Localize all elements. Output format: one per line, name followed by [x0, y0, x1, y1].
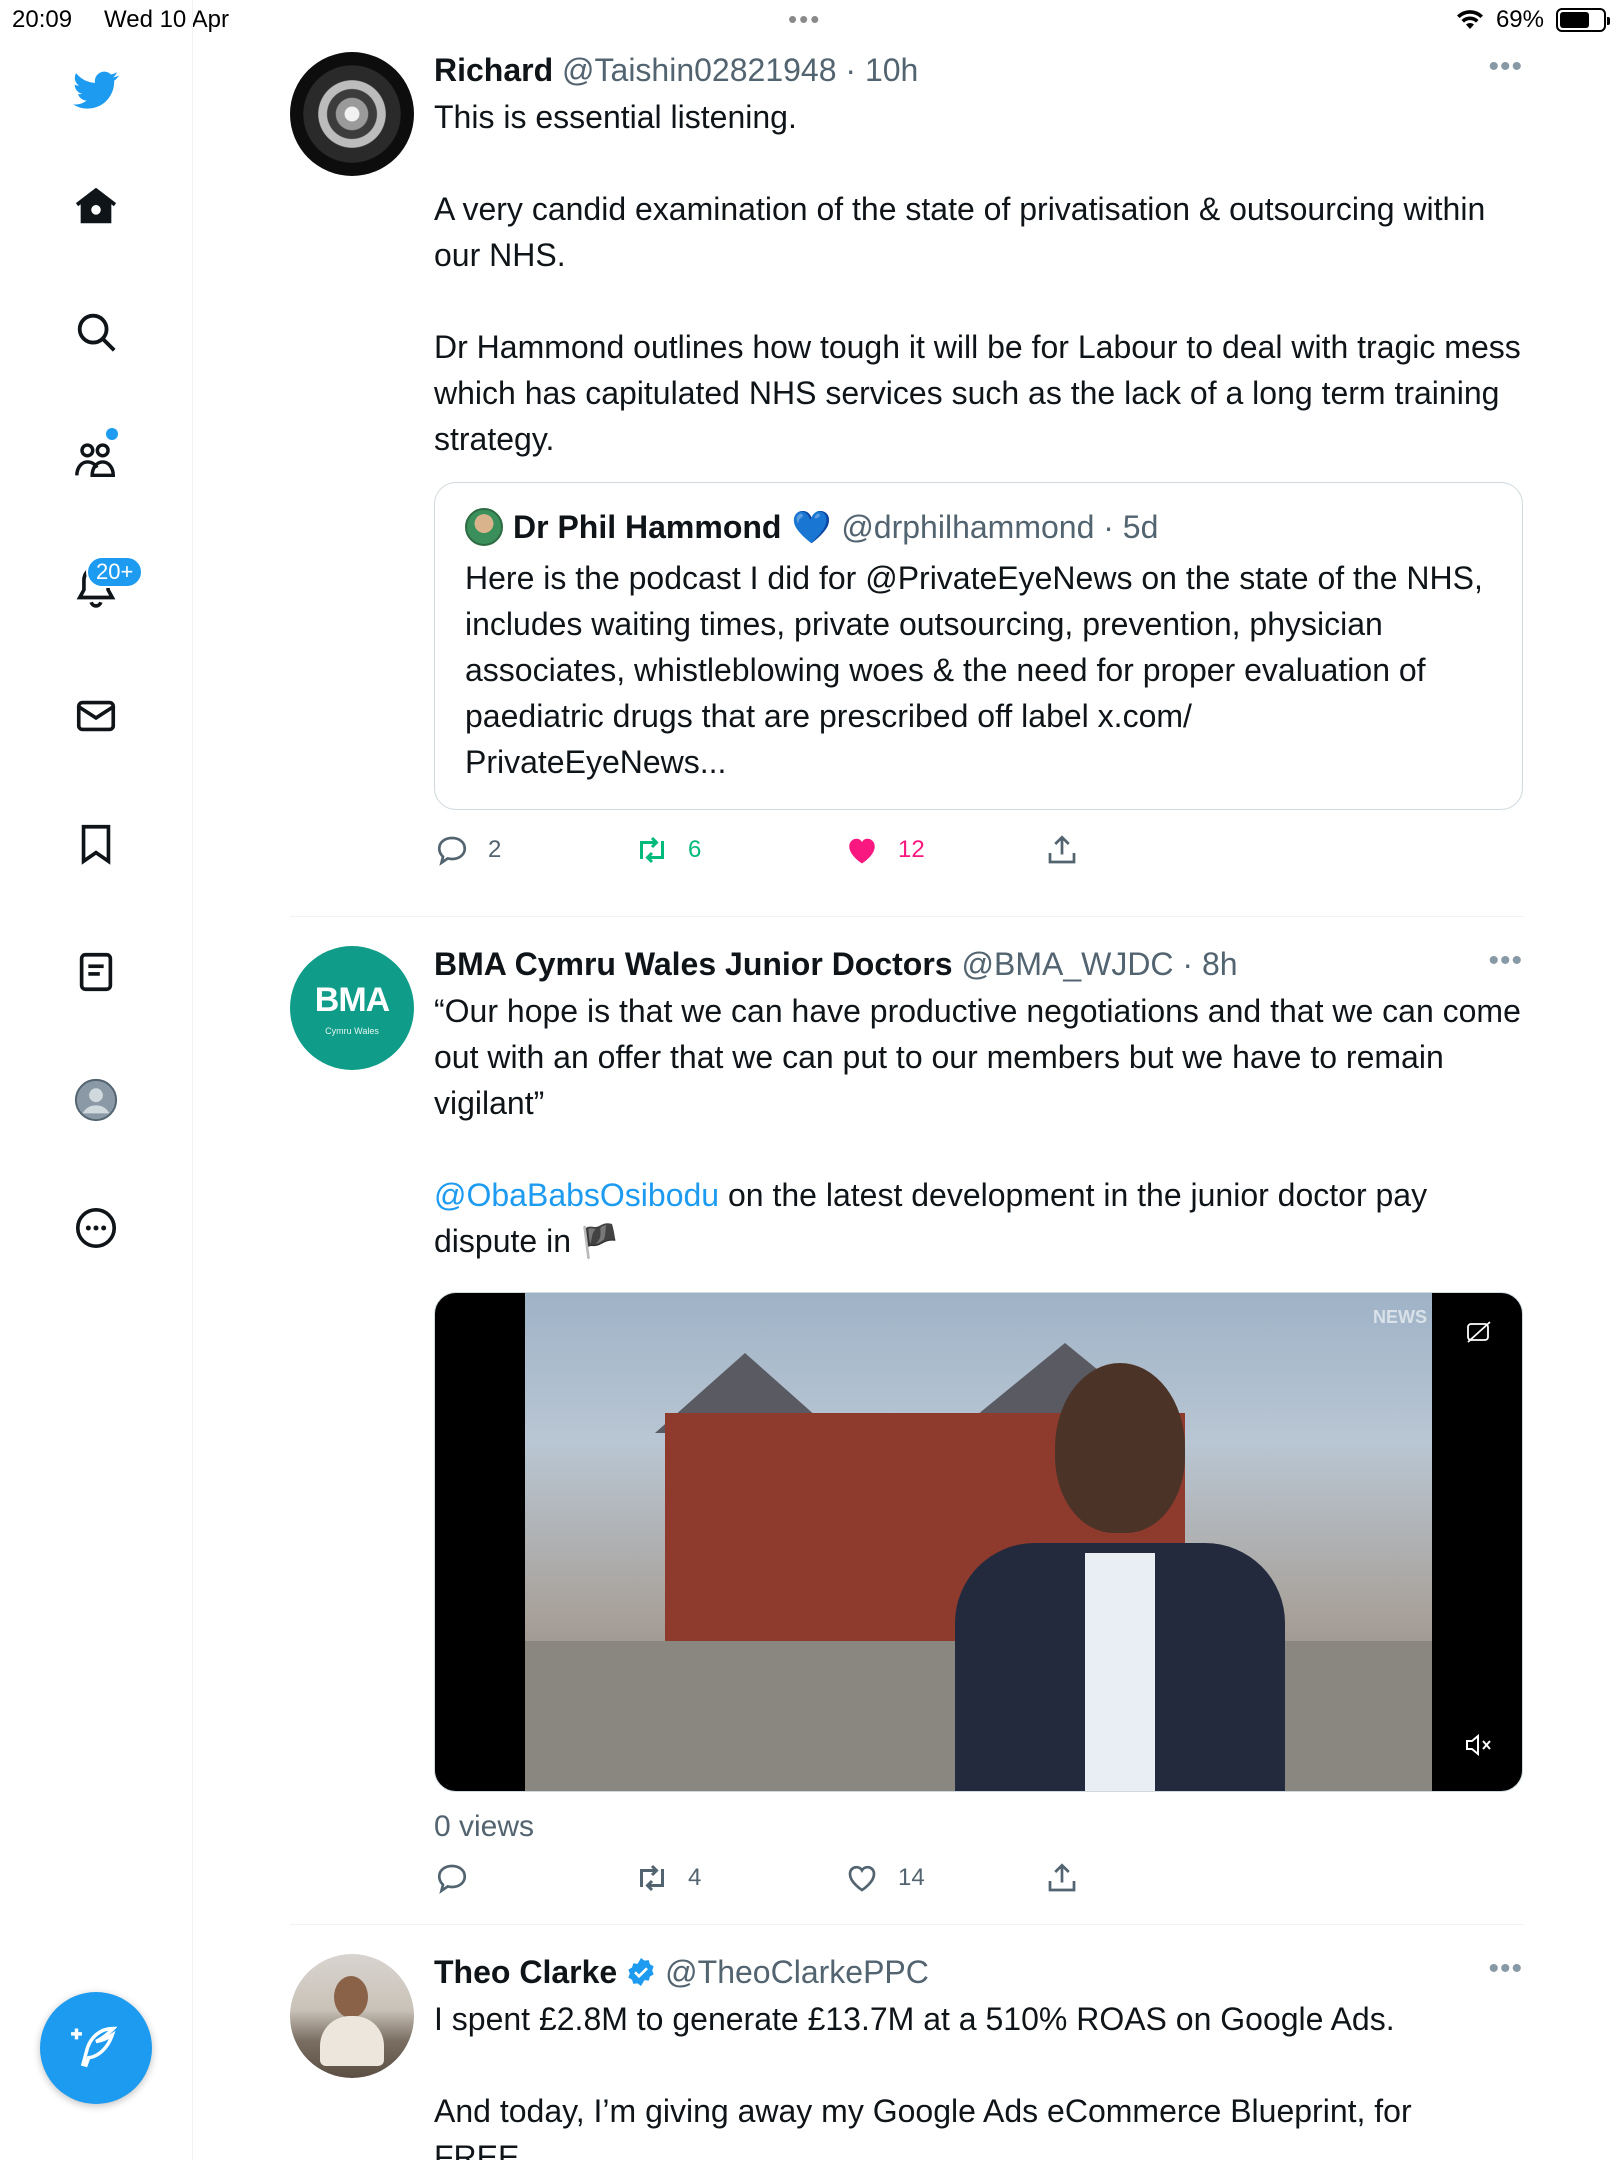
battery-icon	[1556, 8, 1610, 32]
tweet-header: BMA Cymru Wales Junior Doctors @BMA_WJDC…	[434, 944, 1523, 984]
tweet-divider	[290, 1924, 1523, 1925]
wifi-icon	[1456, 10, 1483, 29]
tweet-divider	[290, 916, 1523, 917]
video-player[interactable]: NEWS	[434, 1292, 1523, 1792]
quoted-tweet[interactable]: Dr Phil Hammond 💙 @drphilhammond · 5d He…	[434, 482, 1523, 810]
tweet[interactable]: Theo Clarke @TheoClarkePPC ••• I spent £…	[290, 1952, 1523, 2160]
mention-link[interactable]: @ObaBabsOsibodu	[434, 1177, 719, 1213]
avatar-richard[interactable]	[290, 52, 414, 176]
share-icon	[1048, 835, 1076, 864]
reply-button[interactable]	[434, 1860, 488, 1896]
tweet-more-icon[interactable]: •••	[1488, 944, 1523, 978]
video-frame	[525, 1293, 1432, 1791]
compose-tweet-button[interactable]	[40, 1992, 152, 2104]
tweet-header: Theo Clarke @TheoClarkePPC	[434, 1952, 1523, 1992]
retweet-icon	[640, 1864, 664, 1892]
retweet-icon	[640, 836, 664, 864]
tweet-text: I spent £2.8M to generate £13.7M at a 51…	[434, 2001, 1412, 2160]
like-count: 14	[898, 1864, 925, 1891]
share-button[interactable]	[1044, 1860, 1080, 1896]
tweet-more-icon[interactable]: •••	[1488, 50, 1523, 84]
profile-avatar-icon[interactable]	[64, 1068, 128, 1132]
more-options-icon[interactable]	[64, 1196, 128, 1260]
communities-icon[interactable]	[64, 428, 128, 492]
tweet-text: This is essential listening. A very cand…	[434, 99, 1521, 457]
reply-icon	[437, 836, 467, 866]
sidebar-nav: 20+	[0, 0, 193, 2160]
search-icon[interactable]	[64, 300, 128, 364]
captions-icon[interactable]	[1466, 1321, 1492, 1351]
blue-heart-emoji: 💙	[791, 509, 832, 545]
avatar-dr-phil-hammond	[465, 508, 503, 546]
communities-indicator-dot	[106, 428, 118, 440]
tweet-actions: 4 14	[434, 1860, 1523, 1910]
author-name[interactable]: Richard	[434, 52, 553, 88]
retweet-button[interactable]: 4	[634, 1860, 701, 1896]
tweet[interactable]: Richard @Taishin02821948 · 10h ••• This …	[290, 50, 1523, 910]
tweet-more-icon[interactable]: •••	[1488, 1952, 1523, 1986]
author-name[interactable]: BMA Cymru Wales Junior Doctors	[434, 946, 953, 982]
messages-icon[interactable]	[64, 684, 128, 748]
mute-icon[interactable]	[1464, 1732, 1494, 1763]
home-icon[interactable]	[64, 174, 128, 238]
retweet-button[interactable]: 6	[634, 832, 701, 868]
author-name[interactable]: Theo Clarke	[434, 1952, 617, 1992]
reply-count: 2	[488, 836, 502, 863]
avatar-bma-cymru[interactable]: BMA Cymru Wales	[290, 946, 414, 1070]
avatar-theo-clarke[interactable]	[290, 1954, 414, 2078]
reply-icon	[437, 1864, 467, 1894]
twitter-logo-icon[interactable]	[64, 58, 128, 122]
battery-percent: 69%	[1495, 6, 1544, 33]
quoted-tweet-header: Dr Phil Hammond 💙 @drphilhammond · 5d	[465, 507, 1492, 547]
status-bar: 20:09 Wed 10 Apr ••• 69%	[0, 0, 1620, 40]
compose-feather-icon	[71, 2026, 118, 2068]
heart-filled-icon	[849, 838, 875, 864]
author-handle[interactable]: @BMA_WJDC · 8h	[961, 946, 1237, 982]
heart-outline-icon	[848, 1865, 876, 1892]
tweet[interactable]: BMA Cymru Wales BMA Cymru Wales Junior D…	[290, 944, 1523, 1904]
share-icon	[1048, 1863, 1076, 1892]
share-button[interactable]	[1044, 832, 1080, 868]
status-right: 69%	[1456, 6, 1610, 34]
quoted-author-handle: @drphilhammond · 5d	[841, 509, 1159, 545]
author-handle[interactable]: @TheoClarkePPC	[665, 1952, 929, 1992]
tweet-text: “Our hope is that we can have productive…	[434, 993, 1530, 1121]
video-watermark: NEWS	[1373, 1307, 1427, 1327]
bookmarks-icon[interactable]	[64, 812, 128, 876]
author-handle[interactable]: @Taishin02821948 · 10h	[562, 52, 918, 88]
tweet-text-continued: @ObaBabsOsibodu on the latest developmen…	[434, 1172, 1523, 1264]
view-count: 0 views	[434, 1810, 535, 1843]
like-button[interactable]: 14	[844, 1860, 925, 1896]
multitasking-dots-icon[interactable]: •••	[788, 4, 821, 35]
retweet-count: 6	[688, 836, 702, 863]
quoted-author-name: Dr Phil Hammond	[513, 509, 782, 545]
verified-badge-icon	[628, 1958, 654, 1986]
reply-button[interactable]: 2	[434, 832, 501, 868]
tweet-header: Richard @Taishin02821948 · 10h	[434, 50, 1523, 90]
tweet-actions: 2 6 12	[434, 832, 1523, 882]
notification-count-badge: 20+	[86, 556, 144, 588]
retweet-count: 4	[688, 1864, 702, 1891]
like-count: 12	[898, 836, 925, 863]
quoted-tweet-text: Here is the podcast I did for @PrivateEy…	[465, 560, 1483, 780]
avatar-logo-text: BMA	[314, 980, 390, 1019]
like-button[interactable]: 12	[844, 832, 925, 868]
avatar-logo-subtext: Cymru Wales	[325, 1025, 379, 1036]
lists-icon[interactable]	[64, 940, 128, 1004]
